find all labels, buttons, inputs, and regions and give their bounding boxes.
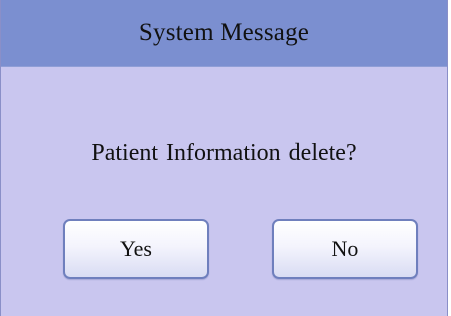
system-message-dialog: System Message Patient Information delet… — [0, 0, 448, 316]
yes-button[interactable]: Yes — [63, 219, 209, 279]
no-button[interactable]: No — [272, 219, 418, 279]
dialog-message: Patient Information delete? — [91, 140, 357, 166]
dialog-title: System Message — [138, 19, 310, 46]
dialog-titlebar: System Message — [1, 0, 447, 67]
